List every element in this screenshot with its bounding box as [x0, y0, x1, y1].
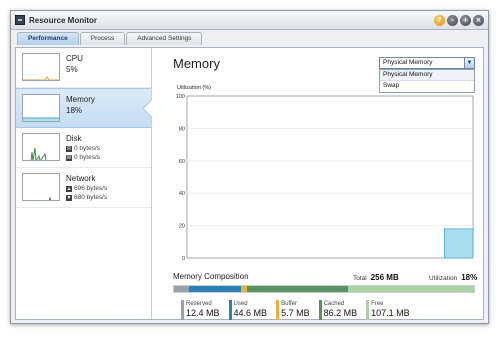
- tab-performance[interactable]: Performance: [17, 32, 79, 45]
- tab-process[interactable]: Process: [79, 32, 126, 45]
- y-tick-label: 0: [182, 256, 185, 260]
- sidebar-item-label: Disk: [66, 134, 82, 143]
- sidebar-item-network[interactable]: Network ▲ 696 bytes/s ▼ 880 bytes/s: [16, 168, 151, 208]
- legend-label: Buffer: [281, 301, 297, 307]
- disk-read-value: 0 bytes/s: [74, 145, 101, 152]
- chevron-down-icon[interactable]: ▼: [464, 58, 474, 68]
- data-point: [472, 228, 474, 230]
- plot-area: [186, 95, 474, 259]
- legend-label: Reserved: [186, 301, 212, 307]
- composition-utilization: Utilization 18%: [429, 273, 477, 282]
- y-tick-label: 80: [179, 126, 185, 132]
- sidebar-item-cpu[interactable]: CPU 5%: [16, 48, 151, 88]
- disk-graph-icon: [22, 133, 60, 161]
- sidebar: CPU 5% Memory 18% Disk R0 bytes/s W 0 by…: [16, 48, 152, 319]
- legend-value: 107.1 MB: [371, 308, 410, 318]
- total-label: Total: [353, 275, 367, 282]
- y-tick-label: 20: [179, 224, 185, 230]
- legend-item: Reserved 12.4 MB: [181, 300, 220, 320]
- sidebar-item-memory[interactable]: Memory 18%: [16, 88, 151, 128]
- sidebar-item-label: CPU: [66, 54, 83, 63]
- legend-value: 86.2 MB: [323, 308, 358, 318]
- cpu-graph-icon: [22, 53, 60, 81]
- window-controls: ? - + ×: [434, 14, 484, 26]
- legend-value: 44.6 MB: [233, 308, 268, 318]
- legend-value: 12.4 MB: [186, 308, 220, 318]
- option-swap[interactable]: Swap: [380, 81, 474, 92]
- network-down-value: 880 bytes/s: [74, 194, 108, 201]
- download-icon: ▼: [66, 194, 72, 201]
- composition-title: Memory Composition: [173, 272, 249, 281]
- sidebar-item-value: 5%: [66, 65, 78, 74]
- select-value: Physical Memory: [383, 59, 433, 66]
- upload-icon: ▲: [66, 185, 72, 192]
- content-panel: CPU 5% Memory 18% Disk R 0 bytes/s W 0 by…: [15, 47, 484, 320]
- network-graph-icon: [22, 173, 60, 201]
- memory-type-dropdown: Physical Memory Swap: [379, 69, 475, 93]
- y-tick-label: 100: [176, 94, 185, 100]
- composition-segment: [247, 286, 349, 292]
- tab-advanced-settings[interactable]: Advanced Settings: [126, 32, 203, 45]
- memory-graph-icon: [22, 94, 60, 122]
- composition-bar: [173, 285, 475, 293]
- main-panel: Memory Physical Memory ▼ Physical Memory…: [153, 48, 484, 320]
- disk-write-value: 0 bytes/s: [74, 154, 101, 161]
- data-point: [443, 228, 445, 230]
- legend-item: Cached 86.2 MB: [318, 300, 358, 320]
- composition-segment: [240, 286, 248, 292]
- app-icon: [15, 15, 25, 25]
- network-up-value: 696 bytes/s: [74, 185, 108, 192]
- minimize-button[interactable]: -: [447, 14, 458, 26]
- legend-item: Buffer 5.7 MB: [276, 300, 310, 320]
- window-title: Resource Monitor: [29, 15, 98, 25]
- disk-read-icon: R: [66, 145, 72, 152]
- help-button[interactable]: ?: [434, 14, 445, 26]
- close-button[interactable]: ×: [473, 14, 484, 26]
- legend-label: Used: [233, 301, 248, 307]
- sidebar-item-label: Network: [66, 174, 96, 183]
- sidebar-item-label: Memory: [66, 95, 95, 104]
- composition-segment: [188, 286, 241, 292]
- legend-label: Cached: [323, 301, 345, 307]
- resource-monitor-window: Resource Monitor ? - + × Performance Pro…: [10, 10, 489, 324]
- legend-label: Free: [371, 301, 384, 307]
- page-title: Memory: [173, 56, 220, 71]
- title-bar[interactable]: Resource Monitor ? - + ×: [11, 11, 488, 30]
- series-area: [444, 228, 474, 259]
- y-tick-label: 60: [179, 159, 185, 165]
- option-physical-memory[interactable]: Physical Memory: [380, 70, 474, 81]
- composition-legend: Reserved 12.4 MB Used 44.6 MB Buffer 5.7 MB Ca…: [181, 300, 419, 320]
- utilization-value: 18%: [461, 273, 478, 282]
- utilization-chart: 0 20 40 60 80 100: [176, 94, 474, 260]
- sidebar-item-disk[interactable]: Disk R0 bytes/s W0 bytes/s: [16, 128, 151, 168]
- composition-total: Total 256 MB: [353, 273, 399, 282]
- y-axis-label: Utilization (%): [177, 85, 211, 91]
- total-value: 256 MB: [370, 273, 399, 282]
- y-tick-label: 40: [179, 191, 185, 197]
- maximize-button[interactable]: +: [460, 14, 471, 26]
- composition-segment: [174, 286, 189, 292]
- disk-write-icon: W: [66, 154, 72, 161]
- sidebar-item-value: 18%: [66, 106, 83, 115]
- legend-item: Used 44.6 MB: [228, 300, 268, 320]
- memory-type-select[interactable]: Physical Memory ▼: [379, 57, 475, 69]
- composition-segment: [348, 286, 474, 292]
- utilization-label: Utilization: [429, 275, 458, 282]
- legend-value: 5.7 MB: [281, 308, 310, 318]
- tab-bar: Performance Process Advanced Settings: [11, 32, 488, 45]
- legend-item: Free 107.1 MB: [366, 300, 410, 320]
